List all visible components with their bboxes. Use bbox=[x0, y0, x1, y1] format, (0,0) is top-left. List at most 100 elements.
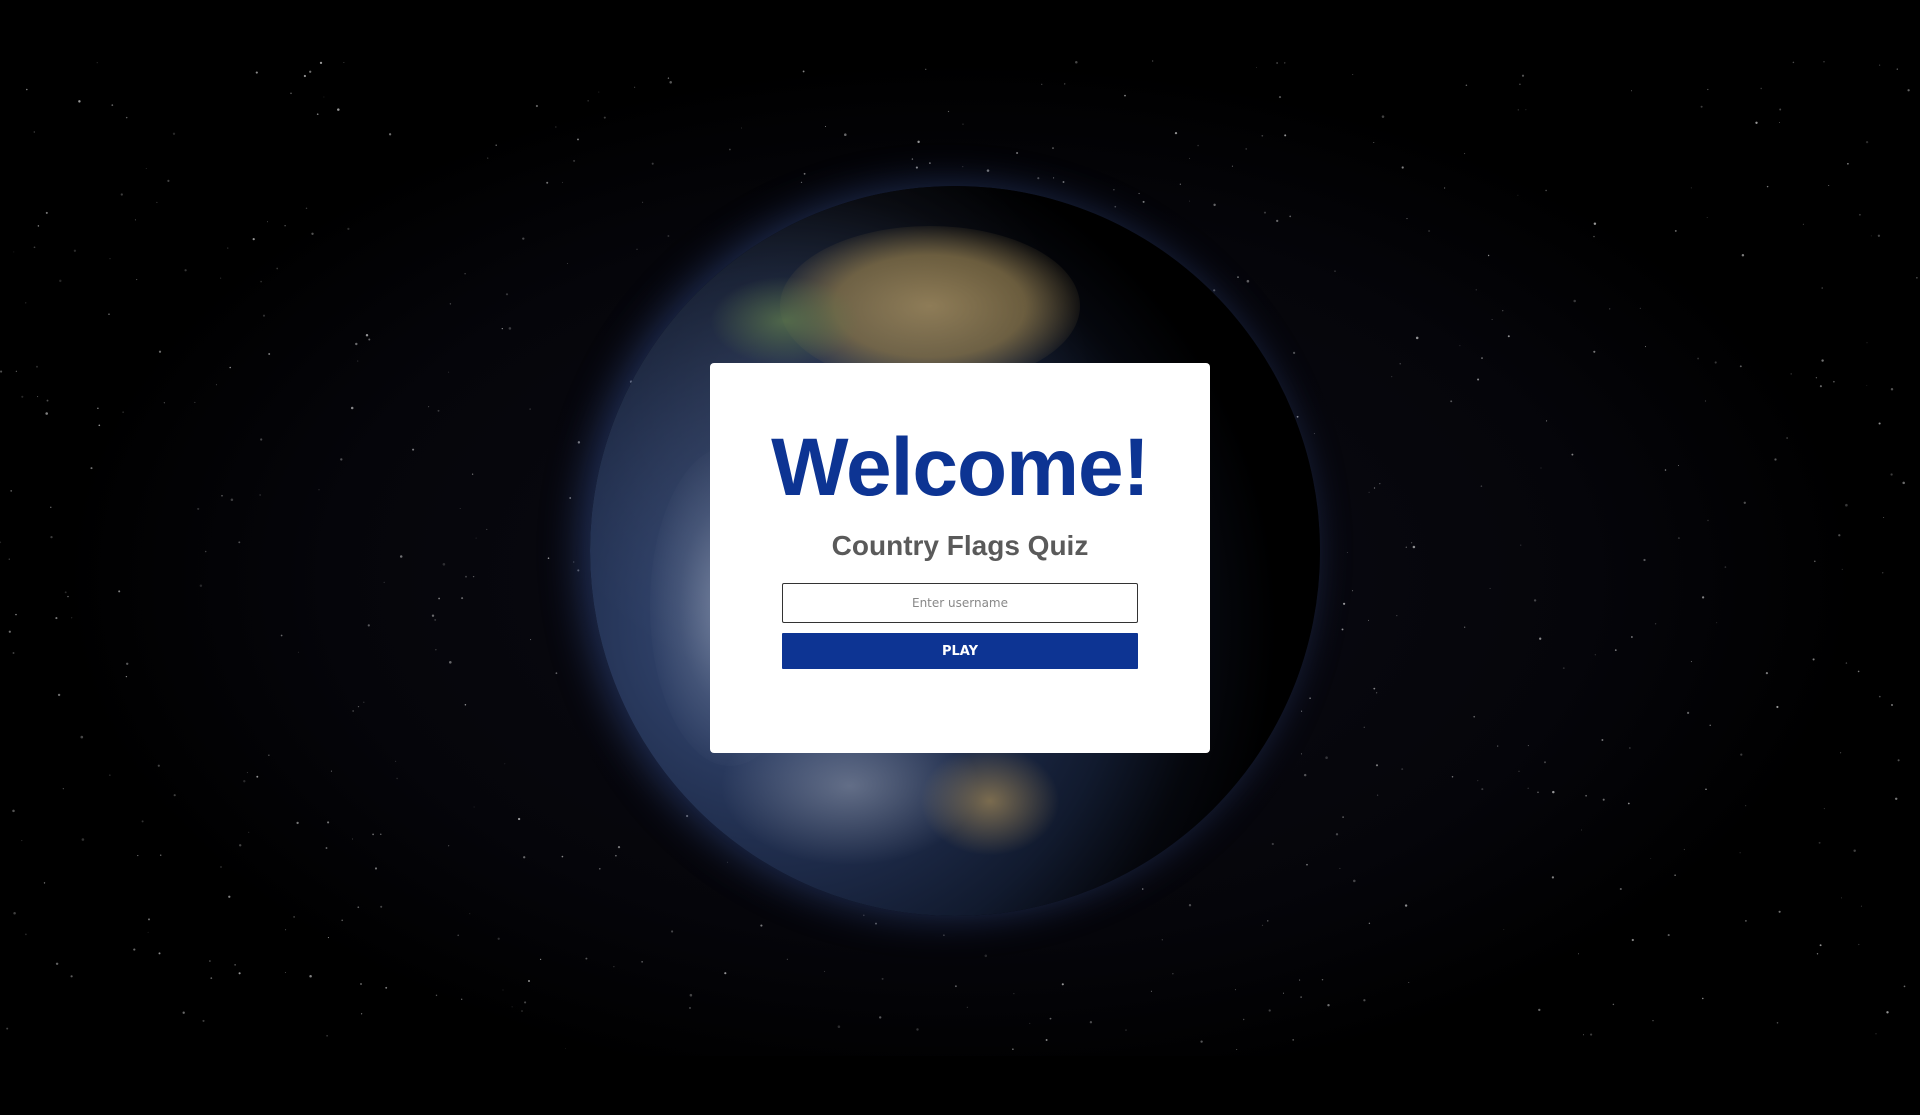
star bbox=[464, 703, 467, 706]
star bbox=[167, 179, 170, 182]
star bbox=[539, 958, 542, 961]
star bbox=[1188, 904, 1192, 907]
star bbox=[824, 970, 826, 972]
star bbox=[252, 237, 255, 241]
star bbox=[21, 840, 23, 842]
star bbox=[1518, 770, 1520, 772]
star bbox=[917, 140, 920, 144]
star bbox=[615, 854, 617, 857]
star bbox=[1707, 519, 1709, 522]
star bbox=[837, 1025, 841, 1028]
star bbox=[1213, 203, 1216, 207]
star bbox=[473, 806, 475, 808]
star bbox=[284, 972, 286, 973]
star bbox=[230, 498, 234, 502]
star bbox=[1268, 1009, 1271, 1012]
star bbox=[636, 248, 638, 250]
star bbox=[1401, 768, 1404, 771]
star bbox=[1410, 542, 1413, 544]
star bbox=[1045, 1039, 1048, 1041]
star bbox=[844, 133, 847, 136]
star bbox=[1674, 229, 1677, 232]
star bbox=[21, 395, 24, 398]
star bbox=[319, 61, 323, 65]
star bbox=[36, 365, 38, 368]
star bbox=[1643, 558, 1646, 562]
star bbox=[1306, 863, 1308, 866]
star bbox=[1802, 223, 1804, 225]
star bbox=[221, 494, 223, 497]
star bbox=[1879, 64, 1881, 66]
star bbox=[800, 181, 803, 184]
star bbox=[1142, 200, 1145, 203]
star bbox=[505, 293, 509, 296]
star bbox=[323, 96, 325, 98]
star bbox=[1840, 752, 1842, 754]
star bbox=[1301, 710, 1303, 712]
star bbox=[412, 448, 415, 451]
star bbox=[15, 613, 17, 616]
star bbox=[1705, 788, 1707, 791]
star bbox=[340, 458, 343, 461]
star bbox=[1740, 753, 1743, 756]
star bbox=[276, 267, 279, 270]
star bbox=[111, 104, 114, 106]
star bbox=[1875, 1033, 1877, 1035]
star bbox=[316, 113, 319, 116]
star bbox=[243, 780, 246, 783]
star bbox=[363, 701, 365, 703]
star bbox=[350, 406, 354, 410]
star bbox=[352, 838, 353, 840]
star bbox=[26, 88, 28, 91]
star bbox=[1491, 319, 1493, 320]
star bbox=[1602, 798, 1605, 801]
star bbox=[1125, 1029, 1127, 1031]
star bbox=[1894, 797, 1898, 801]
star bbox=[1256, 67, 1257, 69]
star bbox=[1700, 105, 1703, 108]
star bbox=[1124, 94, 1126, 97]
star bbox=[352, 710, 354, 712]
star bbox=[1881, 572, 1884, 574]
star bbox=[309, 70, 312, 73]
star bbox=[1296, 415, 1299, 418]
star bbox=[1114, 205, 1117, 208]
star bbox=[1399, 363, 1401, 365]
star bbox=[1475, 289, 1477, 291]
star bbox=[396, 777, 398, 780]
star bbox=[1883, 516, 1885, 518]
star bbox=[1845, 662, 1848, 664]
star bbox=[1327, 1003, 1330, 1007]
star bbox=[1379, 482, 1381, 485]
star bbox=[1614, 649, 1617, 651]
star bbox=[360, 1013, 363, 1015]
star bbox=[573, 561, 575, 563]
star bbox=[1706, 217, 1708, 218]
star bbox=[1755, 121, 1758, 124]
star bbox=[521, 1010, 523, 1012]
star bbox=[464, 273, 466, 275]
star bbox=[1778, 121, 1780, 123]
star bbox=[0, 541, 2, 544]
star bbox=[1517, 109, 1519, 111]
star bbox=[46, 399, 49, 402]
star bbox=[1716, 622, 1718, 624]
star bbox=[267, 221, 268, 223]
star bbox=[1857, 670, 1860, 673]
star bbox=[25, 933, 27, 936]
app-viewport: Welcome! Country Flags Quiz PLAY bbox=[0, 0, 1920, 1115]
star bbox=[1816, 953, 1819, 955]
star bbox=[202, 1019, 205, 1022]
play-button[interactable]: PLAY bbox=[782, 633, 1138, 669]
star bbox=[1451, 776, 1454, 778]
star bbox=[98, 424, 101, 427]
star bbox=[1029, 1022, 1031, 1024]
star bbox=[1538, 1008, 1541, 1012]
star bbox=[1053, 177, 1055, 179]
star bbox=[1739, 365, 1742, 368]
star bbox=[547, 557, 550, 559]
star bbox=[246, 772, 248, 774]
star bbox=[1174, 131, 1178, 135]
username-input[interactable] bbox=[782, 583, 1138, 623]
star bbox=[1502, 310, 1504, 312]
